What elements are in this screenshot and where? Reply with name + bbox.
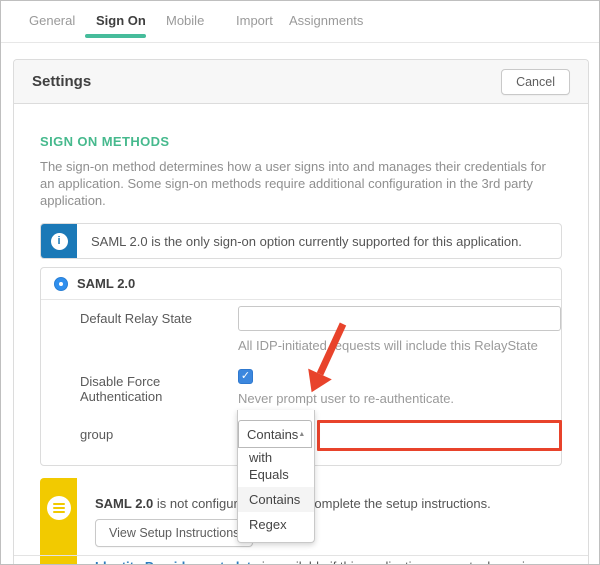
callout-message: SAML 2.0 is not configured until you com… <box>95 496 562 511</box>
callout-message-rest: is not configured until you complete the… <box>153 496 490 511</box>
tab-assignments[interactable]: Assignments <box>289 13 363 28</box>
menu-item-contains[interactable]: Contains <box>238 487 314 512</box>
saml-info-banner: i SAML 2.0 is the only sign-on option cu… <box>40 223 562 259</box>
callout-body: SAML 2.0 is not configured until you com… <box>77 478 562 565</box>
tab-general[interactable]: General <box>29 13 75 28</box>
settings-panel-header: Settings Cancel <box>14 60 588 104</box>
section-divider <box>14 555 588 556</box>
group-operator-value: Contains <box>247 427 298 442</box>
relay-state-hint: All IDP-initiated requests will include … <box>238 338 561 353</box>
group-filter-input[interactable] <box>317 420 562 451</box>
sign-on-methods-description: The sign-on method determines how a user… <box>40 158 562 209</box>
force-auth-label: Disable Force Authentication <box>80 369 238 406</box>
setup-list-icon <box>47 496 71 520</box>
saml-section-title: SAML 2.0 <box>77 276 135 291</box>
relay-state-input[interactable] <box>238 306 561 331</box>
checkbox-check-icon: ✓ <box>241 370 250 382</box>
relay-state-row: Default Relay State All IDP-initiated re… <box>80 306 543 353</box>
force-auth-hint: Never prompt user to re-authenticate. <box>238 391 543 406</box>
saml-radio-selected[interactable] <box>54 277 68 291</box>
sign-on-methods-heading: SIGN ON METHODS <box>40 134 562 149</box>
saml-fields: Default Relay State All IDP-initiated re… <box>41 300 561 465</box>
menu-item-equals[interactable]: Equals <box>238 462 314 487</box>
group-filter-row: group Contains ▲ <box>80 420 543 451</box>
group-label: group <box>80 420 238 451</box>
force-auth-checkbox[interactable]: ✓ <box>238 369 253 384</box>
callout-message-bold: SAML 2.0 <box>95 496 153 511</box>
identity-provider-metadata-link[interactable]: Identity Provider metadata <box>95 559 258 565</box>
menu-item-regex[interactable]: Regex <box>238 512 314 537</box>
tab-import[interactable]: Import <box>236 13 273 28</box>
metadata-line: Identity Provider metadata is available … <box>95 559 562 565</box>
saml-section: SAML 2.0 Default Relay State All IDP-ini… <box>40 267 562 466</box>
cancel-button[interactable]: Cancel <box>501 69 570 95</box>
group-operator-dropdown-button[interactable]: Contains ▲ <box>238 420 312 448</box>
panel-title: Settings <box>32 73 91 90</box>
callout-yellow-bar <box>40 478 77 565</box>
app-tab-bar: General Sign On Mobile Import Assignment… <box>1 1 599 43</box>
tab-mobile[interactable]: Mobile <box>166 13 204 28</box>
tab-sign-on[interactable]: Sign On <box>96 13 146 28</box>
view-setup-instructions-button[interactable]: View Setup Instructions <box>95 519 253 547</box>
app-settings-screen: General Sign On Mobile Import Assignment… <box>0 0 600 565</box>
active-tab-underline <box>85 34 146 38</box>
info-icon-cell: i <box>41 224 77 258</box>
info-banner-text: SAML 2.0 is the only sign-on option curr… <box>77 224 536 258</box>
saml-section-header: SAML 2.0 <box>41 268 561 300</box>
chevron-up-icon: ▲ <box>298 431 305 438</box>
force-auth-row: Disable Force Authentication ✓ Never pro… <box>80 369 543 406</box>
info-icon: i <box>51 233 68 250</box>
relay-state-label: Default Relay State <box>80 306 238 353</box>
